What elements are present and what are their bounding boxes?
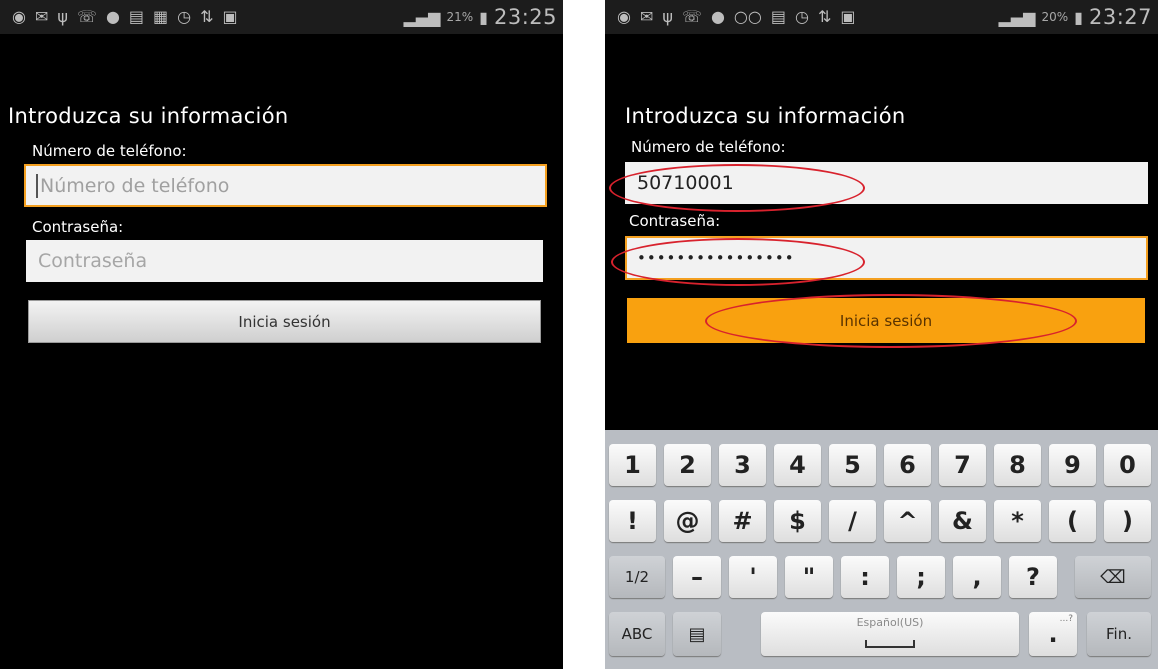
key-close-paren[interactable]: ) xyxy=(1104,500,1151,542)
phone-label: Número de teléfono: xyxy=(631,138,786,156)
mail-icon: ✉ xyxy=(34,7,49,26)
key-done[interactable]: Fin. xyxy=(1087,612,1151,656)
usb-icon: ψ xyxy=(57,7,68,26)
whatsapp-icon: ☏ xyxy=(681,7,702,26)
mail-icon: ✉ xyxy=(639,7,654,26)
key-backspace[interactable]: ⌫ xyxy=(1075,556,1151,598)
login-button[interactable]: Inicia sesión xyxy=(28,300,541,343)
gallery-icon: ▤ xyxy=(770,7,786,26)
password-input[interactable]: •••••••••••••••• xyxy=(625,236,1148,280)
signal-icon: ▂▄▆ xyxy=(403,7,441,27)
period-hint: ...? xyxy=(1059,614,1073,624)
key-question[interactable]: ? xyxy=(1009,556,1057,598)
key-2[interactable]: 2 xyxy=(664,444,711,486)
clipboard-icon: ▤ xyxy=(688,623,706,645)
login-button[interactable]: Inicia sesión xyxy=(627,298,1145,343)
key-quote[interactable]: " xyxy=(785,556,833,598)
key-asterisk[interactable]: * xyxy=(994,500,1041,542)
data-icon: ⇅ xyxy=(200,7,214,26)
voicemail-icon: ○○ xyxy=(733,7,762,26)
usb-icon: ψ xyxy=(662,7,673,26)
login-screen-filled: ◉ ✉ ψ ☏ ● ○○ ▤ ◷ ⇅ ▣ ▂▄▆ 20% ▮ 23:27 Int… xyxy=(605,0,1158,669)
key-exclamation[interactable]: ! xyxy=(609,500,656,542)
data-icon: ⇅ xyxy=(817,7,832,26)
key-hash[interactable]: # xyxy=(719,500,766,542)
key-period[interactable]: ...? . xyxy=(1029,612,1077,656)
notification-icon: ◉ xyxy=(12,7,26,26)
messenger-icon: ● xyxy=(105,7,120,26)
key-colon[interactable]: : xyxy=(841,556,889,598)
status-bar: ◉ ✉ ψ ☏ ● ▤ ▦ ◷ ⇅ ▣ ▂▄▆ 21% ▮ 23:25 xyxy=(0,0,563,34)
login-screen-empty: ◉ ✉ ψ ☏ ● ▤ ▦ ◷ ⇅ ▣ ▂▄▆ 21% ▮ 23:25 Intr… xyxy=(0,0,563,669)
clock: 23:27 xyxy=(1088,5,1152,29)
key-5[interactable]: 5 xyxy=(829,444,876,486)
key-comma[interactable]: , xyxy=(953,556,1001,598)
battery-percent: 20% xyxy=(1041,10,1069,24)
key-4[interactable]: 4 xyxy=(774,444,821,486)
phone-placeholder: Número de teléfono xyxy=(40,174,230,197)
status-bar: ◉ ✉ ψ ☏ ● ○○ ▤ ◷ ⇅ ▣ ▂▄▆ 20% ▮ 23:27 xyxy=(605,0,1158,34)
key-dash[interactable]: – xyxy=(673,556,721,598)
key-8[interactable]: 8 xyxy=(994,444,1041,486)
key-caret[interactable]: ^ xyxy=(884,500,931,542)
key-1[interactable]: 1 xyxy=(609,444,656,486)
period-glyph: . xyxy=(1048,620,1058,648)
form-title: Introduzca su información xyxy=(625,104,906,128)
whatsapp-icon: ☏ xyxy=(76,7,97,26)
key-open-paren[interactable]: ( xyxy=(1049,500,1096,542)
password-label: Contraseña: xyxy=(629,212,721,230)
password-label: Contraseña: xyxy=(32,218,124,236)
battery-icon: ▮ xyxy=(479,7,488,27)
alarm-icon: ◷ xyxy=(177,7,192,26)
key-7[interactable]: 7 xyxy=(939,444,986,486)
password-value: •••••••••••••••• xyxy=(637,249,795,267)
clock: 23:25 xyxy=(493,5,557,29)
key-abc[interactable]: ABC xyxy=(609,612,665,656)
password-placeholder: Contraseña xyxy=(38,250,148,272)
backspace-icon: ⌫ xyxy=(1100,566,1126,588)
key-space[interactable]: Español(US) xyxy=(761,612,1019,656)
key-ampersand[interactable]: & xyxy=(939,500,986,542)
battery-icon: ▮ xyxy=(1074,7,1083,27)
notification-icons: ◉ ✉ ψ ☏ ● ○○ ▤ ◷ ⇅ ▣ xyxy=(617,7,855,27)
sim1-icon: ▣ xyxy=(222,7,238,26)
phone-input[interactable]: 50710001 xyxy=(625,162,1148,204)
phone-value: 50710001 xyxy=(637,172,734,194)
notification-icons: ◉ ✉ ψ ☏ ● ▤ ▦ ◷ ⇅ ▣ xyxy=(12,7,238,27)
key-9[interactable]: 9 xyxy=(1049,444,1096,486)
key-semicolon[interactable]: ; xyxy=(897,556,945,598)
key-0[interactable]: 0 xyxy=(1104,444,1151,486)
form-title: Introduzca su información xyxy=(8,104,289,128)
gallery-icon: ▤ xyxy=(128,7,145,26)
text-cursor xyxy=(36,173,38,198)
key-at[interactable]: @ xyxy=(664,500,711,542)
key-6[interactable]: 6 xyxy=(884,444,931,486)
sim1-icon: ▣ xyxy=(840,7,856,26)
messenger-icon: ● xyxy=(710,7,725,26)
key-dollar[interactable]: $ xyxy=(774,500,821,542)
password-input[interactable]: Contraseña xyxy=(26,240,543,282)
key-clipboard[interactable]: ▤ xyxy=(673,612,721,656)
space-language-label: Español(US) xyxy=(856,616,924,629)
sim-icon: ▦ xyxy=(153,7,169,26)
battery-percent: 21% xyxy=(446,10,474,24)
notification-icon: ◉ xyxy=(617,7,631,26)
space-icon xyxy=(865,640,915,648)
on-screen-keyboard: 1 2 3 4 5 6 7 8 9 0 ! @ # $ / ^ & * ( ) … xyxy=(605,430,1158,669)
key-3[interactable]: 3 xyxy=(719,444,766,486)
alarm-icon: ◷ xyxy=(794,7,809,26)
phone-input[interactable]: Número de teléfono xyxy=(24,164,547,207)
signal-icon: ▂▄▆ xyxy=(998,7,1036,27)
key-slash[interactable]: / xyxy=(829,500,876,542)
key-apostrophe[interactable]: ' xyxy=(729,556,777,598)
phone-label: Número de teléfono: xyxy=(32,142,187,160)
key-page-toggle[interactable]: 1/2 xyxy=(609,556,665,598)
